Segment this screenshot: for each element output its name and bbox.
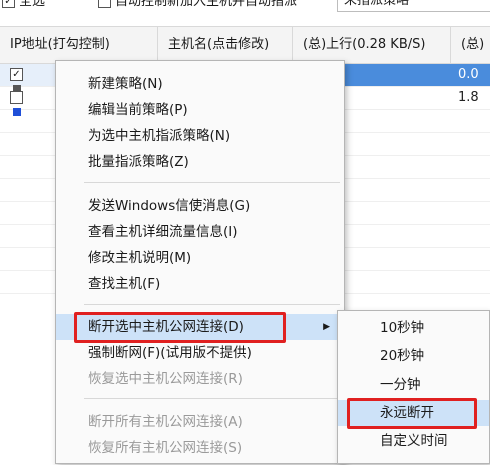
- menu-item-view-traffic[interactable]: 查看主机详细流量信息(I): [56, 219, 344, 245]
- column-header-total[interactable]: (总): [451, 27, 490, 63]
- annotation-highlight-box: [74, 312, 286, 343]
- menu-item-edit-description[interactable]: 修改主机说明(M): [56, 245, 344, 271]
- disconnect-duration-submenu: 10秒钟 20秒钟 一分钟 永远断开 自定义时间: [337, 310, 490, 464]
- menu-item-restore-selected: 恢复选中主机公网连接(R): [88, 371, 243, 387]
- checkbox-icon: [10, 91, 23, 104]
- auto-control-label: 自动控制新加入主机并自动指派: [115, 0, 298, 9]
- menu-separator: [84, 398, 340, 399]
- policy-select[interactable]: 未指派策略: [337, 0, 490, 12]
- select-all-checkbox[interactable]: ✓ 全选: [2, 0, 45, 12]
- annotation-highlight-box: [347, 398, 477, 429]
- submenu-item-1min[interactable]: 一分钟: [338, 372, 489, 398]
- column-header-hostname[interactable]: 主机名(点击修改): [158, 27, 293, 63]
- row-total-value: 0.0: [458, 67, 479, 82]
- submenu-item-10s[interactable]: 10秒钟: [338, 315, 489, 341]
- select-all-label: 全选: [19, 0, 46, 9]
- menu-item-assign-policy[interactable]: 为选中主机指派策略(N): [56, 123, 344, 149]
- auto-control-checkbox[interactable]: 自动控制新加入主机并自动指派: [98, 0, 297, 12]
- row-checkbox[interactable]: [10, 91, 24, 116]
- policy-select-value: 未指派策略: [344, 0, 410, 8]
- row-total-value: 1.8: [458, 90, 479, 105]
- menu-item-new-policy[interactable]: 新建策略(N): [56, 71, 344, 97]
- menu-item-force-disconnect[interactable]: 强制断网(F)(试用版不提供): [56, 340, 344, 366]
- submenu-item-20s[interactable]: 20秒钟: [338, 343, 489, 369]
- menu-item-disconnect-all: 断开所有主机公网连接(A): [88, 414, 243, 430]
- top-toolbar: ✓ 全选 自动控制新加入主机并自动指派 未指派策略: [0, 0, 490, 14]
- menu-item-edit-policy[interactable]: 编辑当前策略(P): [56, 97, 344, 123]
- column-header-upload[interactable]: (总)上行(0.28 KB/S): [293, 27, 451, 63]
- column-header-ip[interactable]: IP地址(打勾控制): [0, 27, 158, 63]
- menu-item-send-message[interactable]: 发送Windows信使消息(G): [56, 193, 344, 219]
- checkbox-icon: [98, 0, 111, 8]
- menu-separator: [84, 182, 340, 183]
- triangle-right-icon: ▶: [323, 322, 330, 332]
- row-checkbox[interactable]: ✓: [10, 68, 24, 93]
- context-menu: 新建策略(N) 编辑当前策略(P) 为选中主机指派策略(N) 批量指派策略(Z)…: [55, 60, 345, 464]
- submenu-item-custom[interactable]: 自定义时间: [338, 428, 489, 454]
- checkbox-checked-icon: ✓: [10, 68, 23, 81]
- table-header: IP地址(打勾控制) 主机名(点击修改) (总)上行(0.28 KB/S) (总…: [0, 27, 490, 64]
- menu-item-batch-assign[interactable]: 批量指派策略(Z): [56, 149, 344, 175]
- menu-item-restore-all: 恢复所有主机公网连接(S): [88, 440, 243, 456]
- menu-item-find-host[interactable]: 查找主机(F): [56, 271, 344, 297]
- menu-separator: [84, 304, 340, 305]
- checkbox-checked-icon: ✓: [2, 0, 15, 8]
